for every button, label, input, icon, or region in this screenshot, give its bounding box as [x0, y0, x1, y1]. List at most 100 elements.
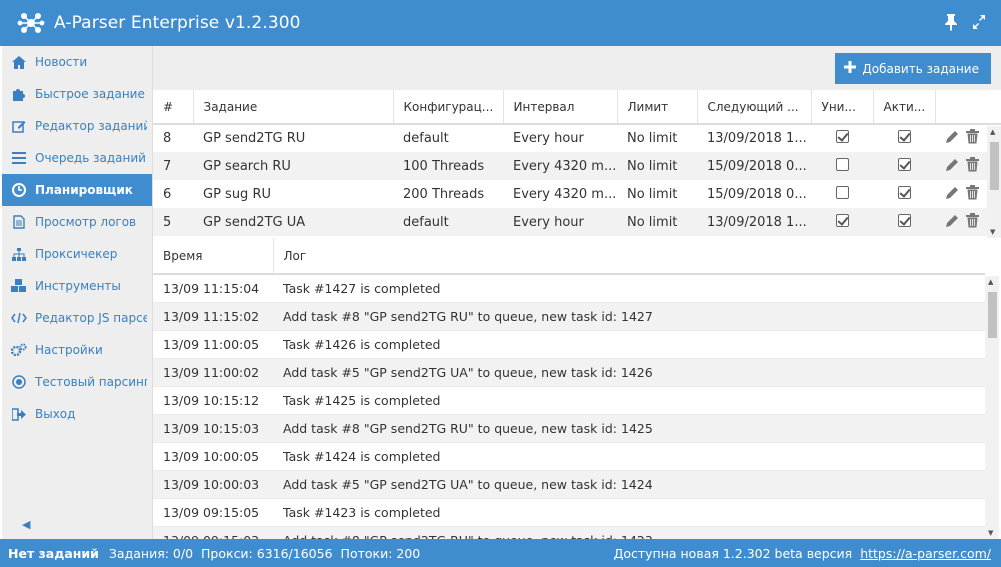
unique-checkbox[interactable]	[835, 185, 849, 199]
no-tasks-status: Нет заданий	[8, 545, 99, 561]
log-message: Task #1426 is completed	[273, 330, 985, 359]
code-icon	[11, 310, 27, 326]
column-header[interactable]: Задание	[193, 90, 394, 125]
log-time: 13/09 09:15:03	[153, 526, 273, 539]
task-row[interactable]: 8 GP send2TG RU default Every hour No limit 1…	[153, 124, 1001, 152]
active-checkbox[interactable]	[897, 185, 911, 199]
task-interval: Every hour	[503, 208, 617, 236]
sidebar-item-proxy-checker[interactable]: Проксичекер	[2, 238, 152, 270]
sidebar-item-label: Редактор JS парсеров	[35, 311, 147, 325]
task-name: GP send2TG RU	[203, 131, 306, 146]
sidebar-item-js-editor[interactable]: Редактор JS парсеров	[2, 302, 152, 334]
sidebar-item-tools[interactable]: Инструменты	[2, 270, 152, 302]
log-time: 13/09 11:15:04	[153, 274, 273, 303]
scroll-thumb[interactable]	[988, 292, 997, 338]
sidebar-item-label: Редактор заданий	[35, 119, 147, 133]
sidebar-item-label: Планировщик	[35, 183, 133, 197]
trash-icon[interactable]	[966, 184, 979, 204]
column-header[interactable]: Интервал	[503, 90, 618, 125]
column-header[interactable]: Лимит	[617, 90, 698, 125]
sidebar-item-settings[interactable]: Настройки	[2, 334, 152, 366]
task-name: GP sug RU	[203, 186, 271, 202]
task-interval: Every 4320 m...	[503, 152, 617, 180]
scroll-down-icon[interactable]: ▼	[988, 529, 993, 537]
task-limit: No limit	[617, 208, 697, 236]
sitemap-icon	[11, 246, 27, 262]
clock-icon	[11, 182, 27, 198]
aparser-link[interactable]: https://a-parser.com/	[860, 546, 991, 561]
sidebar-item-task-queue[interactable]: Очередь заданий	[2, 142, 152, 174]
file-icon	[11, 214, 27, 230]
column-header[interactable]: Конфигурац...	[393, 90, 504, 125]
log-row: 13/09 11:15:04 Task #1427 is completed	[153, 274, 985, 303]
unique-checkbox[interactable]	[835, 130, 849, 143]
sidebar-item-task-editor[interactable]: Редактор заданий	[2, 110, 152, 142]
scroll-up-icon[interactable]: ▲	[988, 278, 993, 286]
task-num: 7	[153, 152, 193, 180]
sidebar-item-label: Инструменты	[35, 279, 121, 293]
trash-icon[interactable]	[966, 212, 979, 232]
pencil-icon[interactable]	[945, 129, 960, 148]
column-header-log[interactable]: Лог	[273, 238, 985, 275]
task-row[interactable]: 7 GP search RU 100 Threads Every 4320 m... N…	[153, 152, 1001, 180]
log-time: 13/09 10:00:03	[153, 470, 273, 499]
edit-icon	[11, 118, 27, 134]
log-row: 13/09 11:15:02 Add task #8 "GP send2TG RU…	[153, 302, 985, 331]
task-name: GP search RU	[193, 152, 393, 180]
scroll-up-icon[interactable]: ▲	[990, 128, 995, 136]
trash-icon[interactable]	[966, 129, 979, 148]
collapse-sidebar-icon[interactable]: ◀	[22, 518, 30, 531]
gears-icon	[11, 342, 27, 358]
target-icon	[11, 374, 27, 390]
task-config: 200 Threads	[403, 186, 485, 202]
column-header[interactable]: #	[153, 90, 194, 125]
app-title: A-Parser Enterprise v1.2.300	[54, 13, 301, 33]
pin-icon[interactable]	[943, 13, 959, 31]
log-time: 13/09 11:15:02	[153, 302, 273, 331]
column-header[interactable]: Уни...	[811, 90, 874, 125]
task-next-run: 15/09/2018 0...	[707, 186, 807, 202]
trash-icon[interactable]	[966, 156, 979, 176]
active-checkbox[interactable]	[897, 213, 911, 227]
sidebar-item-news[interactable]: Новости	[2, 46, 152, 78]
task-row[interactable]: 5 GP send2TG UA default Every hour No limit 1…	[153, 208, 1001, 236]
log-panel: Время Лог 13/09 11:15:04 Task #1427 is co…	[153, 238, 1001, 539]
log-scrollbar[interactable]: ▲ ▼	[985, 276, 999, 539]
log-row: 13/09 10:00:03 Add task #5 "GP send2TG UA…	[153, 470, 985, 499]
log-message: Task #1424 is completed	[273, 442, 985, 471]
column-header[interactable]: Акти...	[873, 90, 936, 125]
sidebar-item-quick-task[interactable]: Быстрое задание	[2, 78, 152, 110]
sidebar-item-log-viewer[interactable]: Просмотр логов	[2, 206, 152, 238]
column-header[interactable]: Следующий ...	[697, 90, 812, 125]
plus-icon	[844, 61, 857, 76]
pencil-icon[interactable]	[945, 185, 960, 204]
sidebar-item-scheduler[interactable]: Планировщик	[2, 174, 152, 206]
active-checkbox[interactable]	[897, 130, 911, 143]
task-limit: No limit	[617, 152, 697, 180]
sidebar-item-label: Настройки	[35, 343, 103, 357]
log-row: 13/09 11:00:05 Task #1426 is completed	[153, 330, 985, 359]
sidebar-item-exit[interactable]: Выход	[2, 398, 152, 430]
log-header-row: Время Лог	[153, 238, 985, 275]
task-next-run: 13/09/2018 1...	[697, 208, 811, 236]
toolbar: Добавить задание	[153, 46, 1001, 90]
sidebar-item-label: Новости	[35, 55, 88, 69]
column-header-time[interactable]: Время	[153, 238, 274, 275]
main-panel: Добавить задание # Задание Конфигурац...…	[153, 46, 1001, 539]
pencil-icon[interactable]	[945, 157, 960, 176]
sidebar-item-label: Очередь заданий	[35, 151, 146, 165]
expand-icon[interactable]	[971, 13, 987, 31]
active-checkbox[interactable]	[897, 157, 911, 171]
pencil-icon[interactable]	[945, 213, 960, 232]
task-interval: Every hour	[513, 131, 584, 146]
scroll-down-icon[interactable]: ▼	[990, 228, 995, 236]
add-task-button[interactable]: Добавить задание	[835, 53, 991, 84]
unique-checkbox[interactable]	[835, 213, 849, 227]
tasks-scrollbar[interactable]: ▲ ▼	[987, 126, 1001, 238]
sidebar-item-test-parsing[interactable]: Тестовый парсинг	[2, 366, 152, 398]
log-row: 13/09 09:15:03Add task #8 "GP send2TG RU…	[153, 526, 985, 539]
unique-checkbox[interactable]	[835, 157, 849, 171]
log-message: Add task #8 "GP send2TG RU" to queue, ne…	[273, 414, 985, 443]
scroll-thumb[interactable]	[990, 142, 999, 190]
task-row[interactable]: 6 GP sug RU 200 Threads Every 4320 m... No l…	[153, 180, 1001, 208]
